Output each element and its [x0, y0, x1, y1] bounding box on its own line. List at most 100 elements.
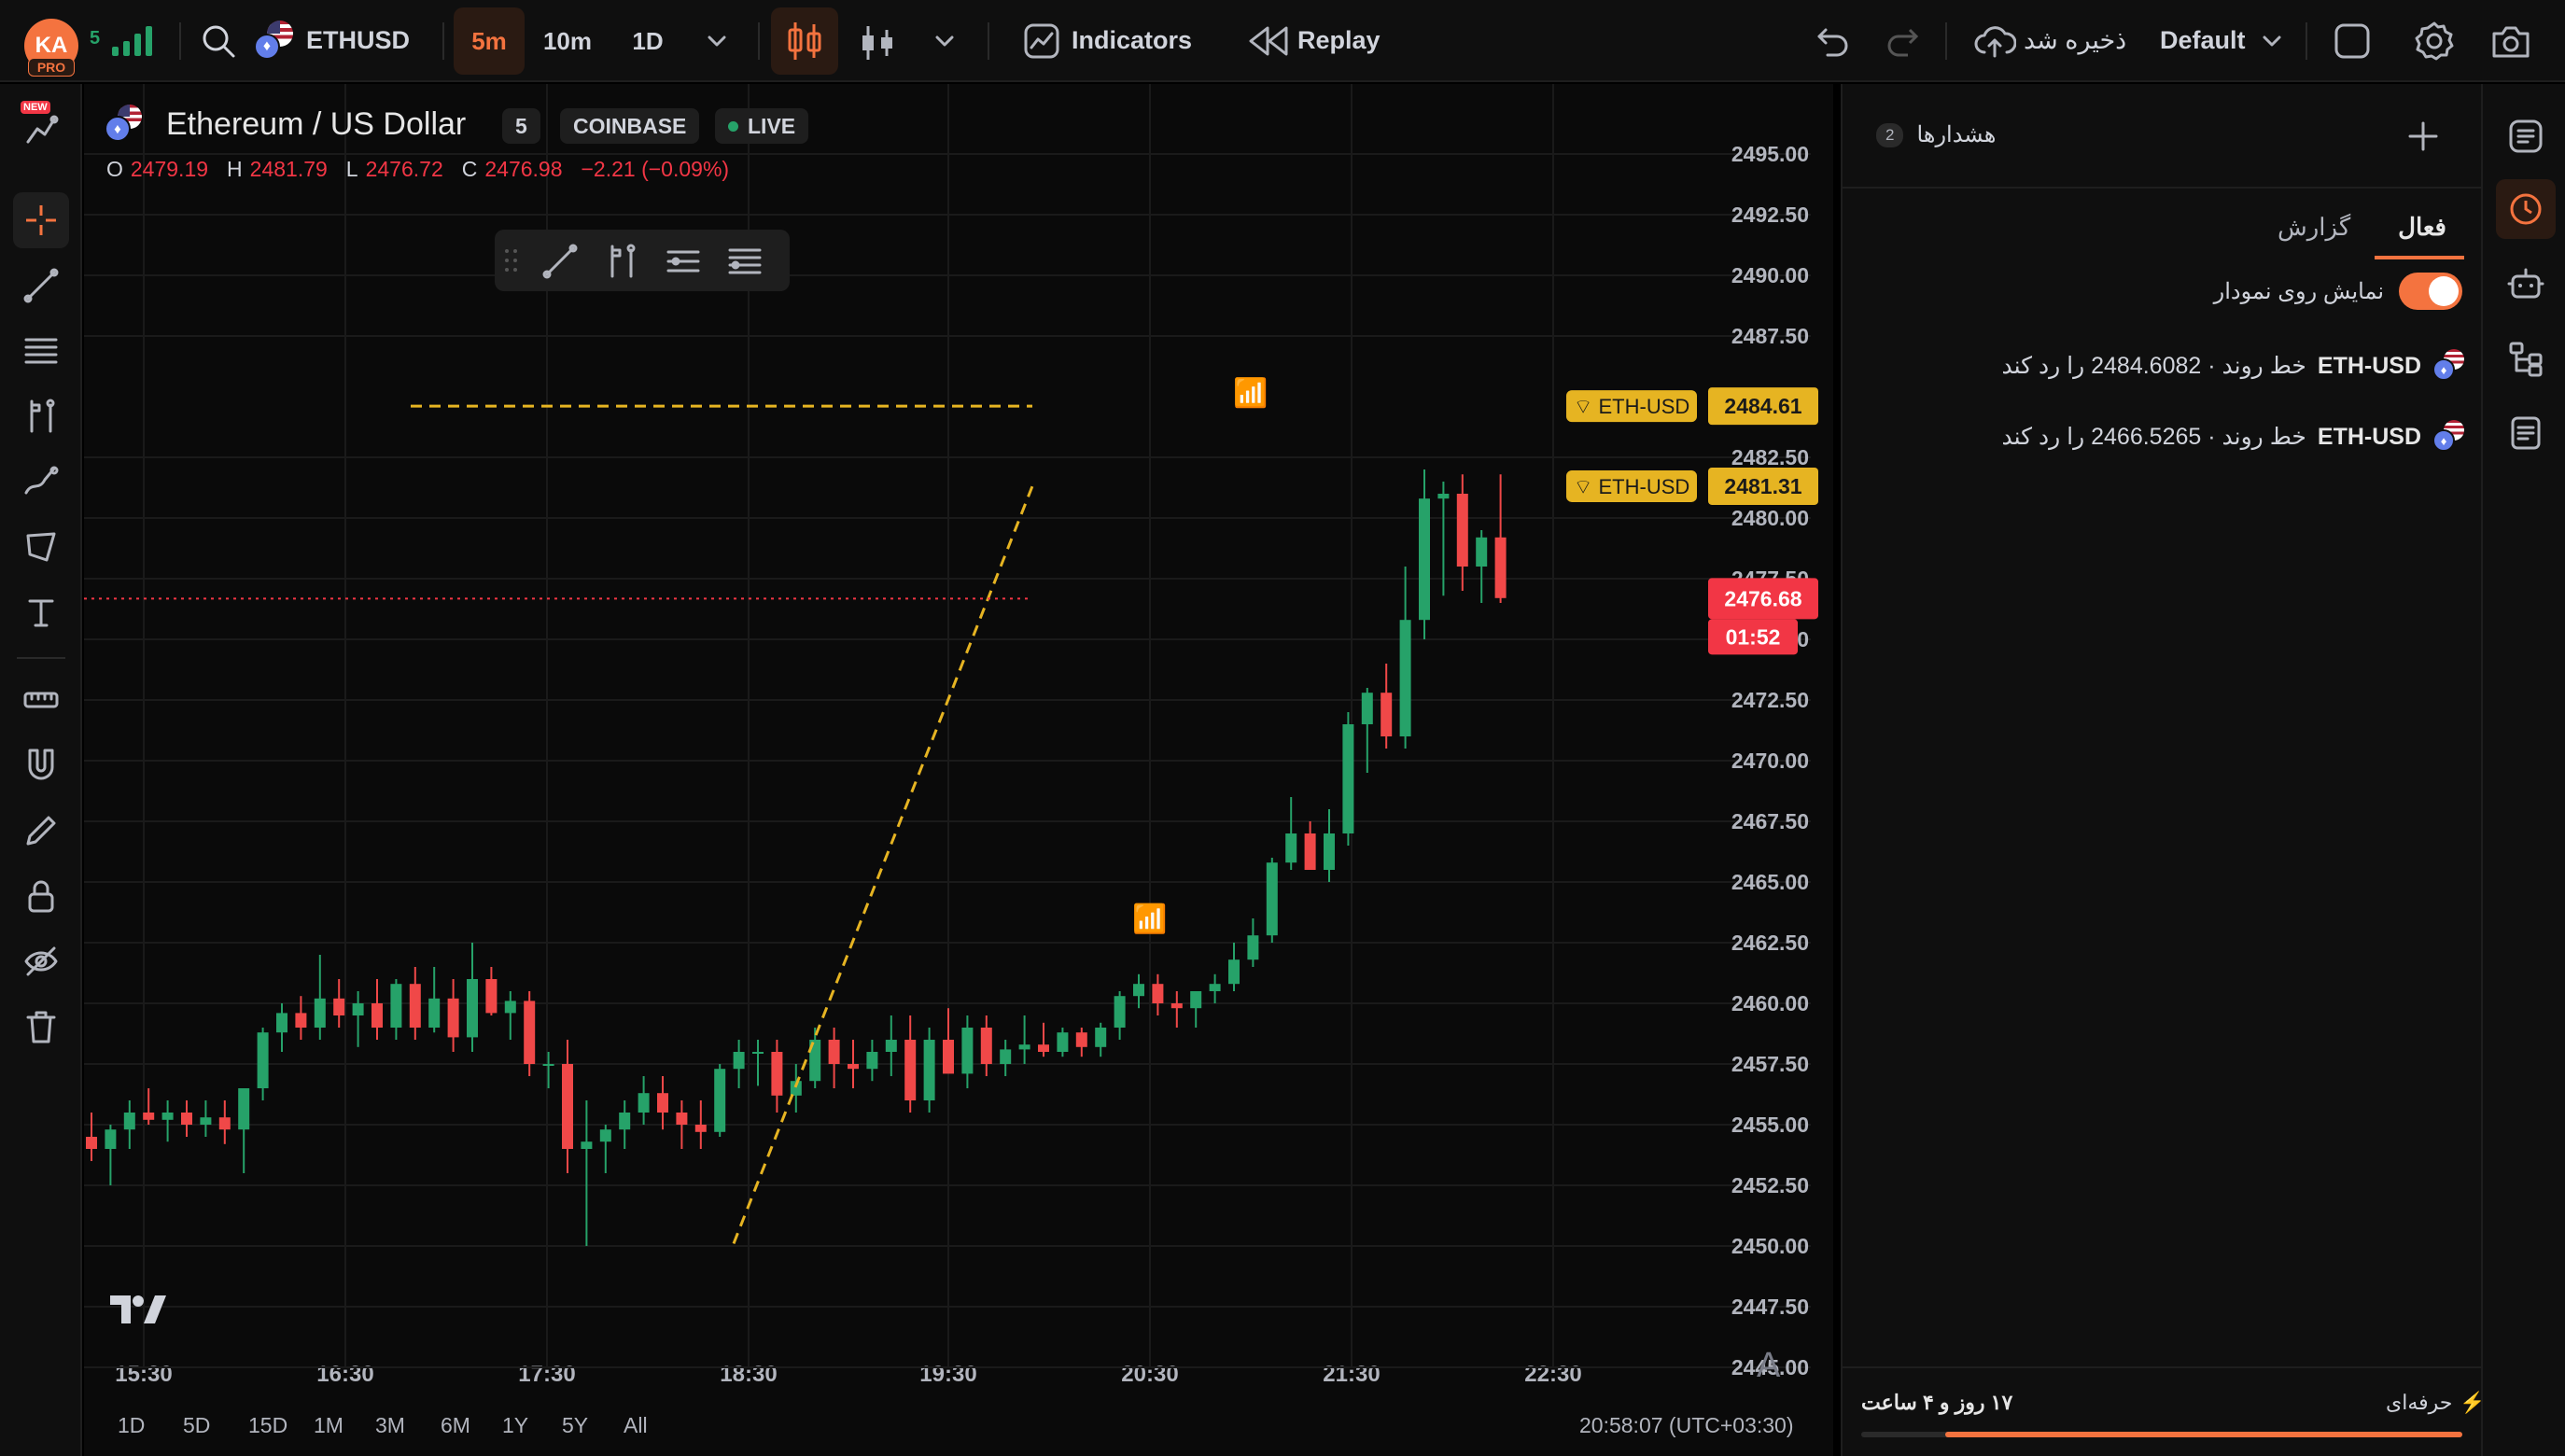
range-5d[interactable]: 5D — [183, 1413, 248, 1438]
candle-body — [1000, 1049, 1012, 1064]
y-tick-label: 2492.50 — [1731, 203, 1809, 227]
candle-body — [657, 1093, 668, 1113]
bot-button[interactable] — [2496, 254, 2556, 314]
watchlist-icon — [2509, 119, 2543, 153]
auto-scale-button[interactable]: A — [1757, 1346, 1780, 1386]
symbol-name[interactable]: ETHUSD — [306, 26, 410, 55]
trend-line-tool[interactable] — [13, 258, 69, 314]
hide-drawings-tool[interactable] — [13, 933, 69, 989]
candle-body — [1133, 984, 1144, 997]
y-tick-label: 2495.00 — [1731, 142, 1809, 166]
position-icon[interactable] — [603, 243, 640, 280]
text-tool[interactable] — [13, 584, 69, 640]
candle-body — [1190, 991, 1202, 1009]
candle-body — [1266, 862, 1278, 936]
robot-icon — [2507, 268, 2544, 299]
pattern-tool[interactable] — [13, 388, 69, 444]
y-tick-label: 2460.00 — [1731, 991, 1809, 1015]
undo-icon[interactable] — [1815, 22, 1852, 60]
alert-item[interactable]: ♦ ETH-USD خط روند · 2466.5265 را رد کند — [2001, 420, 2466, 454]
show-on-chart-toggle[interactable] — [2399, 273, 2462, 310]
candle-body — [181, 1113, 192, 1125]
candle-body — [752, 1052, 764, 1054]
notes-button[interactable] — [2496, 403, 2556, 463]
candle-body — [1247, 935, 1259, 960]
tab-active[interactable]: فعال — [2378, 213, 2466, 242]
line-icon[interactable] — [541, 243, 579, 280]
last-price-label: 2476.68 — [1724, 586, 1801, 610]
fib-retracement-icon[interactable] — [726, 243, 764, 280]
alert-label: ⌔ ETH-USD — [1574, 395, 1690, 418]
redo-icon[interactable] — [1884, 22, 1921, 60]
legend-title[interactable]: Ethereum / US Dollar — [166, 106, 466, 143]
indicators-button[interactable]: Indicators — [1072, 26, 1192, 55]
y-tick-label: 2462.50 — [1731, 931, 1809, 955]
eth-usd-flag-icon: ♦ — [2432, 349, 2466, 383]
object-tree-button[interactable] — [2496, 329, 2556, 388]
plan-label: ⚡ حرفه‌ای — [2386, 1391, 2486, 1414]
replay-button[interactable]: Replay — [1297, 26, 1381, 55]
lock-tool[interactable] — [13, 868, 69, 924]
candle-body — [1437, 494, 1450, 499]
delete-drawings-tool[interactable] — [13, 999, 69, 1055]
range-15d[interactable]: 15D — [248, 1413, 314, 1438]
range-1d[interactable]: 1D — [118, 1413, 183, 1438]
layout-name[interactable]: Default — [2160, 26, 2246, 55]
tab-log[interactable]: گزارش — [2278, 213, 2350, 242]
candle-body — [828, 1040, 840, 1064]
candle-body — [599, 1129, 611, 1142]
watchlist-button[interactable] — [2496, 106, 2556, 166]
legend-interval-badge[interactable]: 5 — [502, 108, 540, 144]
add-alert-icon[interactable] — [2406, 119, 2440, 153]
interval-5m-button[interactable]: 5m — [454, 7, 525, 75]
candle-body — [1018, 1044, 1030, 1050]
chevron-down-icon[interactable] — [2261, 32, 2283, 50]
y-tick-label: 2450.00 — [1731, 1234, 1809, 1258]
chevron-down-icon[interactable] — [933, 32, 956, 50]
clock-time[interactable]: 20:58:07 (UTC+03:30) — [1579, 1413, 1794, 1438]
range-3m[interactable]: 3M — [375, 1413, 441, 1438]
candles-chart-type-button[interactable] — [771, 7, 838, 75]
fib-tool[interactable] — [13, 323, 69, 379]
draw-mode-tool[interactable] — [13, 803, 69, 859]
range-all[interactable]: All — [624, 1413, 680, 1438]
candle-body — [1361, 693, 1373, 724]
gear-icon[interactable] — [2414, 21, 2455, 62]
alerts-button[interactable] — [2496, 179, 2556, 239]
price-chart[interactable]: 15:30 16:30 17:30 18:30 19:30 20:30 21:30 22:30… — [84, 84, 1833, 1456]
indicators-icon[interactable] — [1023, 22, 1060, 60]
measure-tool[interactable] — [13, 672, 69, 728]
save-status[interactable]: ذخیره شد — [2024, 26, 2126, 55]
parallel-channel-icon[interactable] — [665, 243, 702, 280]
cloud-upload-icon[interactable] — [1973, 22, 2016, 60]
camera-icon[interactable] — [2490, 22, 2531, 60]
x-tick-label: 15:30 — [115, 1362, 172, 1387]
new-tools-button[interactable]: NEW — [13, 101, 69, 157]
range-1m[interactable]: 1M — [314, 1413, 375, 1438]
y-tick-label: 2480.00 — [1731, 506, 1809, 530]
drag-handle-icon[interactable] — [502, 246, 521, 274]
tradingview-logo-icon — [110, 1295, 166, 1323]
replay-icon[interactable] — [1249, 24, 1290, 58]
crosshair-tool[interactable] — [13, 192, 69, 248]
range-5y[interactable]: 5Y — [562, 1413, 624, 1438]
candle-body — [1075, 1032, 1087, 1047]
brush-tool[interactable] — [13, 454, 69, 510]
interval-1d-button[interactable]: 1D — [612, 7, 683, 75]
shapes-tool[interactable] — [13, 519, 69, 575]
range-1y[interactable]: 1Y — [502, 1413, 562, 1438]
candle-body — [371, 1003, 383, 1028]
fullscreen-icon[interactable] — [2334, 22, 2371, 60]
range-6m[interactable]: 6M — [441, 1413, 502, 1438]
search-icon[interactable] — [200, 22, 237, 60]
candle-body — [238, 1088, 250, 1130]
candle-body — [1324, 833, 1335, 870]
chart-pane[interactable]: 15:30 16:30 17:30 18:30 19:30 20:30 21:30 22:30… — [84, 84, 1833, 1456]
alert-item[interactable]: ♦ ETH-USD خط روند · 2484.6082 را رد کند — [2001, 349, 2466, 383]
candle-body — [694, 1125, 707, 1132]
ohlc-legend: O 2479.19 H 2481.79 L 2476.72 C 2476.98 −2.2… — [106, 157, 730, 181]
bars-icon[interactable] — [859, 22, 896, 63]
interval-10m-button[interactable]: 10m — [532, 7, 603, 75]
magnet-tool[interactable] — [13, 737, 69, 793]
chevron-down-icon[interactable] — [706, 32, 728, 50]
